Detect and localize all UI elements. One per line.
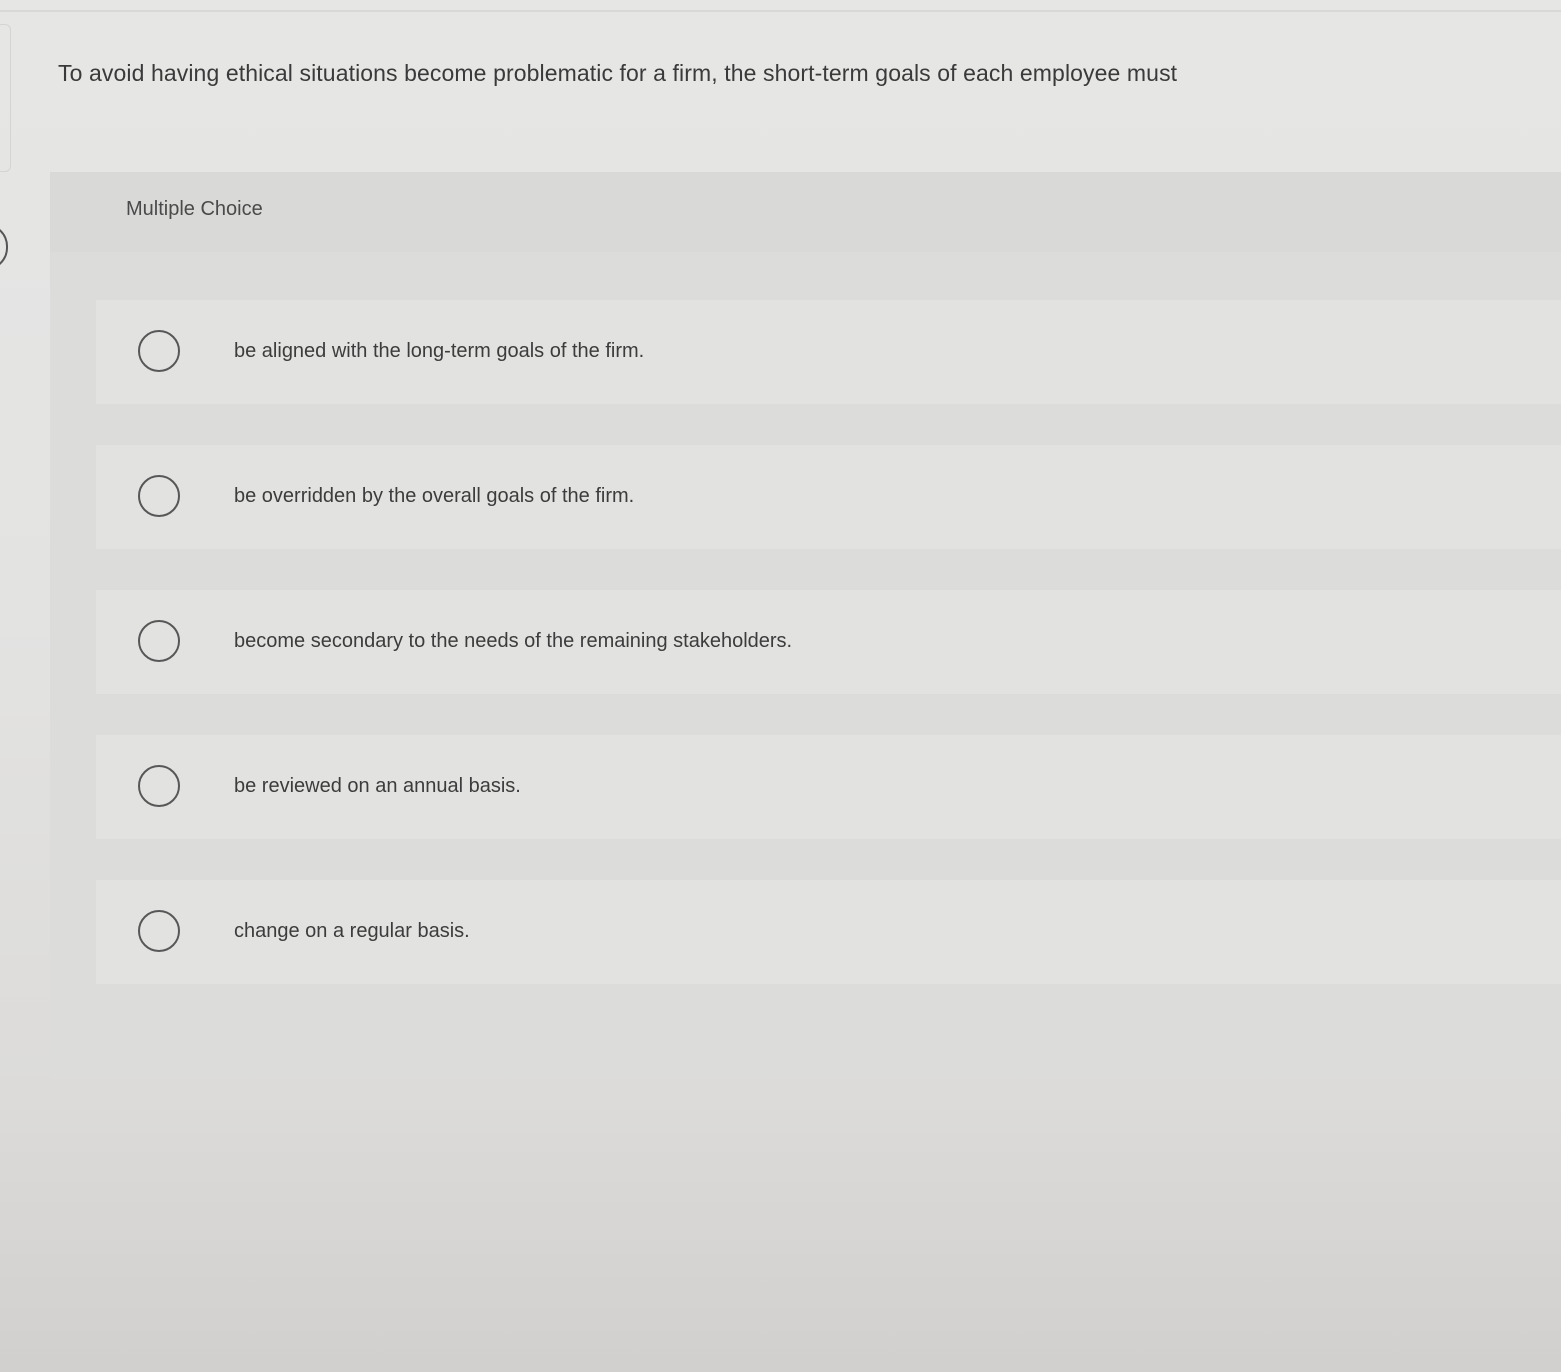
answer-option-text: be aligned with the long-term goals of t… [234, 340, 645, 362]
answer-option-text: change on a regular basis. [234, 920, 470, 942]
answer-option-text: be overridden by the overall goals of th… [234, 485, 635, 507]
multiple-choice-card: Multiple Choice be aligned with the long… [50, 172, 1561, 1078]
answer-option-text: be reviewed on an annual basis. [234, 775, 521, 797]
page-lower-area [0, 1078, 1561, 1372]
question-prompt: To avoid having ethical situations becom… [58, 60, 1178, 86]
radio-button[interactable] [138, 620, 180, 662]
answer-option[interactable]: change on a regular basis. [96, 880, 1561, 984]
side-panel-toggle[interactable] [0, 224, 8, 270]
radio-button[interactable] [138, 475, 180, 517]
radio-button[interactable] [138, 765, 180, 807]
answer-option-text: become secondary to the needs of the rem… [234, 630, 793, 652]
answer-option[interactable]: be aligned with the long-term goals of t… [96, 300, 1561, 404]
radio-button[interactable] [138, 910, 180, 952]
top-divider [0, 10, 1561, 12]
answer-option[interactable]: be overridden by the overall goals of th… [96, 445, 1561, 549]
question-type-label: Multiple Choice [126, 198, 263, 220]
answer-option[interactable]: be reviewed on an annual basis. [96, 735, 1561, 839]
radio-button[interactable] [138, 330, 180, 372]
answer-option[interactable]: become secondary to the needs of the rem… [96, 590, 1561, 694]
answer-options: be aligned with the long-term goals of t… [96, 300, 1561, 1025]
left-panel-edge [0, 24, 11, 172]
multiple-choice-header: Multiple Choice [50, 172, 1561, 252]
